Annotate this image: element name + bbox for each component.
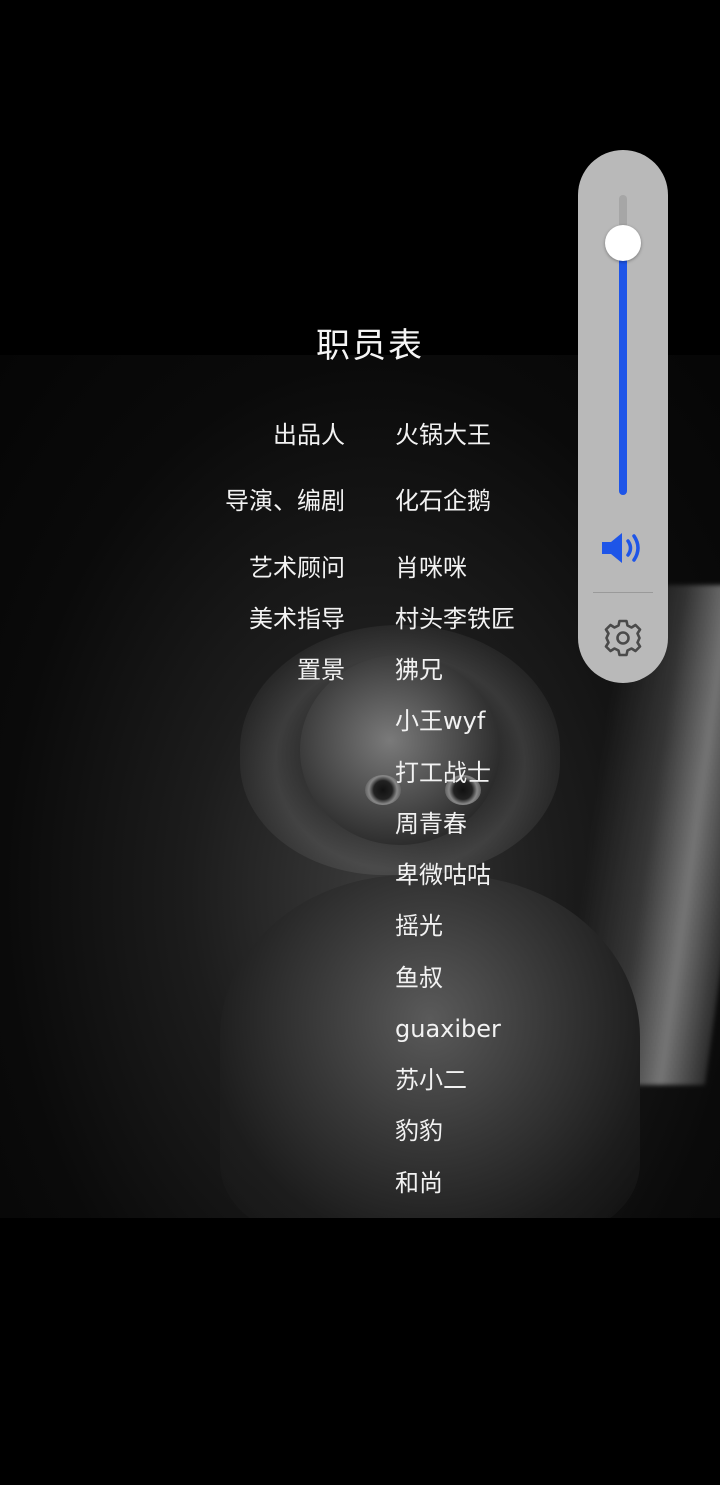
- credit-name: 化石企鹅: [395, 487, 491, 515]
- credit-name: 和尚: [395, 1169, 443, 1197]
- credit-name: 肖咪咪: [395, 554, 467, 582]
- credit-row: 和尚: [0, 1163, 720, 1203]
- credit-row: 鱼叔: [0, 958, 720, 998]
- credit-row: 小王wyf: [0, 701, 720, 741]
- credit-name: 小王wyf: [395, 707, 486, 735]
- credit-role: 置景: [297, 656, 345, 684]
- credit-name: 卑微咕咕: [395, 861, 491, 889]
- credit-row: guaxiber: [0, 1009, 720, 1049]
- credit-role: 出品人: [273, 421, 345, 449]
- gear-icon[interactable]: [601, 616, 645, 660]
- credit-row: 摇光: [0, 906, 720, 946]
- credit-name: 村头李铁匠: [395, 605, 515, 633]
- credit-name: 鱼叔: [395, 964, 443, 992]
- volume-panel: [578, 150, 668, 683]
- credit-row: 周青春: [0, 804, 720, 844]
- credit-role: 艺术顾问: [249, 554, 345, 582]
- speaker-volume-icon[interactable]: [600, 528, 648, 568]
- credit-name: 周青春: [395, 810, 467, 838]
- credit-row: 卑微咕咕: [0, 855, 720, 895]
- panel-divider: [593, 592, 653, 593]
- credit-role: 美术指导: [249, 605, 345, 633]
- credit-name: 摇光: [395, 912, 443, 940]
- credit-name: 火锅大王: [395, 421, 491, 449]
- credit-row: 豹豹: [0, 1111, 720, 1151]
- credit-name: guaxiber: [395, 1015, 501, 1043]
- credit-name: 苏小二: [395, 1066, 467, 1094]
- credit-name: 狒兄: [395, 656, 443, 684]
- credit-role: 导演、编剧: [225, 487, 345, 515]
- credit-row: 苏小二: [0, 1060, 720, 1100]
- credit-row: 打工战士: [0, 753, 720, 793]
- volume-slider-fill: [619, 243, 627, 495]
- credit-name: 豹豹: [395, 1117, 443, 1145]
- credit-name: 打工战士: [395, 759, 491, 787]
- volume-slider-thumb[interactable]: [605, 225, 641, 261]
